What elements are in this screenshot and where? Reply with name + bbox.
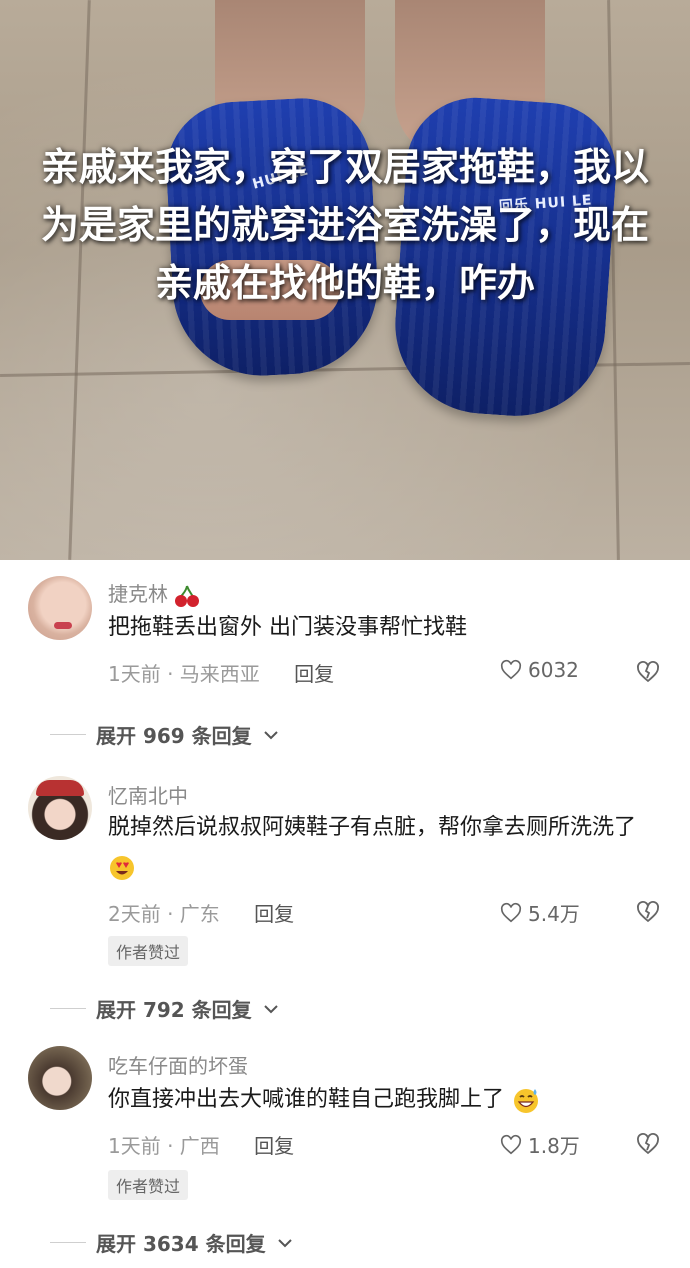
broken-heart-outline-icon[interactable] (636, 1132, 660, 1156)
comment-text: 脱掉然后说叔叔阿姨鞋子有点脏，帮你拿去厕所洗洗了 (108, 808, 653, 888)
avatar[interactable] (28, 776, 92, 840)
comment-time-location: 1天前 · 广西 (108, 1134, 220, 1158)
expand-label: 展开 969 条回复 (96, 724, 252, 748)
expand-replies-button[interactable]: 展开 792 条回复 (50, 994, 280, 1023)
reply-button[interactable]: 回复 (254, 902, 294, 926)
comment-username[interactable]: 忆南北中 (108, 780, 188, 809)
chevron-down-icon (263, 730, 278, 739)
reply-button[interactable]: 回复 (254, 1134, 294, 1158)
comment-text: 把拖鞋丢出窗外 出门装没事帮忙找鞋 (108, 615, 467, 640)
post-caption: 亲戚来我家，穿了双居家拖鞋，我以为是家里的就穿进浴室洗澡了，现在亲戚在找他的鞋，… (40, 145, 649, 305)
divider (50, 1008, 86, 1009)
sweat-smile-emoji (514, 1089, 539, 1113)
chevron-down-icon (277, 1238, 292, 1247)
avatar-lips (54, 622, 72, 629)
broken-heart-outline-icon[interactable] (636, 900, 660, 924)
comment-time-location: 1天前 · 马来西亚 (108, 662, 260, 686)
divider (50, 1242, 86, 1243)
comment-item: 捷克林 把拖鞋丢出窗外 出门装没事帮忙找鞋 1天前 · 马来西亚 回复 6032… (0, 560, 690, 760)
comment-meta: 1天前 · 马来西亚 回复 (108, 658, 334, 687)
author-liked-badge: 作者赞过 (108, 1170, 189, 1200)
comment-meta: 1天前 · 广西 回复 (108, 1130, 294, 1159)
like-button[interactable]: 6032 (500, 658, 579, 682)
expand-replies-button[interactable]: 展开 3634 条回复 (50, 1228, 294, 1257)
avatar[interactable] (28, 576, 92, 640)
like-count: 6032 (528, 658, 579, 682)
expand-label: 展开 792 条回复 (96, 998, 252, 1022)
heart-eyes-emoji (110, 856, 134, 880)
comment-meta: 2天前 · 广东 回复 (108, 898, 294, 927)
post-photo: HUI LE 回乐 HUI LE 亲戚来我家，穿了双居家拖鞋，我以为是家里的就穿… (0, 0, 690, 560)
like-button[interactable]: 1.8万 (500, 1130, 580, 1159)
avatar[interactable] (28, 1046, 92, 1110)
author-liked-badge: 作者赞过 (108, 936, 189, 966)
heart-outline-icon (500, 902, 522, 922)
comment-item: 忆南北中 脱掉然后说叔叔阿姨鞋子有点脏，帮你拿去厕所洗洗了 2天前 · 广东 回… (0, 760, 690, 1030)
heart-outline-icon (500, 659, 522, 680)
reply-button[interactable]: 回复 (294, 662, 334, 686)
avatar-hat (36, 780, 84, 796)
like-count: 5.4万 (528, 902, 580, 926)
chevron-down-icon (263, 1004, 278, 1013)
like-button[interactable]: 5.4万 (500, 898, 580, 927)
heart-outline-icon (500, 1134, 522, 1154)
cherry-emoji (175, 585, 200, 607)
like-count: 1.8万 (528, 1134, 580, 1158)
comment-item: 吃车仔面的坏蛋 你直接冲出去大喊谁的鞋自己跑我脚上了 1天前 · 广西 回复 1… (0, 1030, 690, 1268)
comment-text: 你直接冲出去大喊谁的鞋自己跑我脚上了 (108, 1080, 653, 1120)
broken-heart-outline-icon[interactable] (636, 660, 660, 684)
expand-replies-button[interactable]: 展开 969 条回复 (50, 720, 280, 749)
comment-time-location: 2天前 · 广东 (108, 902, 220, 926)
expand-label: 展开 3634 条回复 (96, 1232, 266, 1256)
divider (50, 734, 86, 735)
comment-username[interactable]: 吃车仔面的坏蛋 (108, 1050, 248, 1079)
comment-username[interactable]: 捷克林 (108, 578, 200, 608)
